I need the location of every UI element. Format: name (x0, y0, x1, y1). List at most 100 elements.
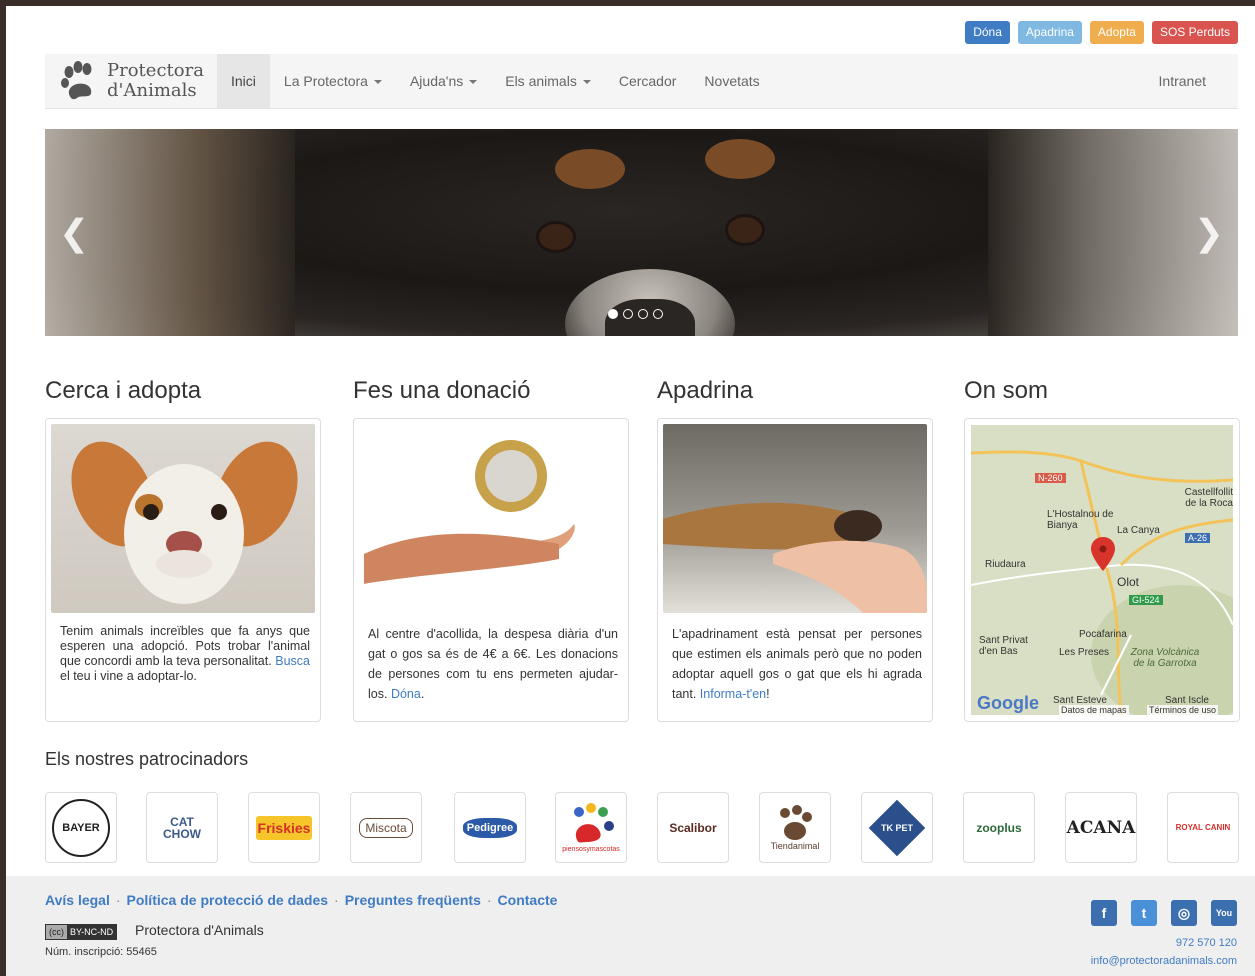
facebook-icon[interactable]: f (1091, 900, 1117, 926)
sponsor-friskies[interactable]: Friskies (248, 792, 320, 863)
nav-item-intranet[interactable]: Intranet (1159, 54, 1206, 108)
top-actions: Dóna Apadrina Adopta SOS Perduts (965, 21, 1238, 44)
sponsor-pedigree[interactable]: Pedigree (454, 792, 526, 863)
sponsor-label: zooplus (976, 820, 1022, 835)
sponsor-label: Friskies (255, 815, 313, 840)
location-map[interactable]: N-260 Castellfollit de la Roca L'Hostaln… (971, 425, 1233, 715)
sponsor-tk-pet[interactable]: TK PET (861, 792, 933, 863)
footer-link-legal[interactable]: Avís legal (45, 892, 110, 908)
sponsor-label: BAYER (52, 798, 110, 857)
nav-item-cercador[interactable]: Cercador (605, 54, 691, 108)
adopt-search-link[interactable]: Busca (275, 654, 310, 668)
map-label-sant-privat: Sant Privat d'en Bas (979, 635, 1028, 657)
carousel-indicator-3[interactable] (638, 309, 648, 319)
nav-label: Novetats (704, 73, 760, 89)
sponsor-acana[interactable]: ACANA (1065, 792, 1137, 863)
brand-line-2: d'Animals (107, 80, 197, 101)
hero-carousel: ❮ ❯ (45, 129, 1238, 336)
carousel-next-icon[interactable]: ❯ (1194, 215, 1224, 251)
sponsor-label: ACANA (1066, 817, 1136, 838)
footer-link-contact[interactable]: Contacte (498, 892, 558, 908)
brand-line-1: Protectora (107, 60, 204, 81)
map-label-riudaura: Riudaura (985, 559, 1026, 570)
footer: Avís legal · Política de protecció de dade… (6, 876, 1255, 976)
footer-link-privacy[interactable]: Política de protecció de dades (127, 892, 329, 908)
sponsor-info-link[interactable]: Informa-t'en (700, 687, 766, 701)
sponsor-scalibor[interactable]: Scalibor (657, 792, 729, 863)
location-card: N-260 Castellfollit de la Roca L'Hostaln… (964, 418, 1240, 722)
carousel-indicator-2[interactable] (623, 309, 633, 319)
nav-item-ajudans[interactable]: Ajuda'ns (396, 54, 491, 108)
donate-button[interactable]: Dóna (965, 21, 1010, 44)
map-label-pocafarina: Pocafarina (1079, 629, 1127, 640)
twitter-icon[interactable]: t (1131, 900, 1157, 926)
dog-eye-right (728, 217, 762, 243)
google-logo: Google (977, 693, 1039, 713)
nav-label: Els animals (505, 73, 577, 89)
carousel-indicator-1[interactable] (608, 309, 618, 319)
sponsor-miscota[interactable]: Miscota (350, 792, 422, 863)
paw-logo-icon (61, 61, 92, 100)
caret-down-icon (582, 80, 591, 85)
adopt-button[interactable]: Adopta (1089, 21, 1144, 44)
caret-down-icon (373, 80, 382, 85)
nav-item-la-protectora[interactable]: La Protectora (270, 54, 396, 108)
donate-card-text: Al centre d'acollida, la despesa diària … (368, 624, 618, 704)
adopt-dog-image (51, 424, 315, 613)
dog-eye-left (539, 224, 573, 250)
nav-label: Inici (231, 73, 256, 89)
sponsor-label: Miscota (359, 817, 413, 838)
sponsor-label: Pedigree (462, 817, 518, 838)
donate-section-title: Fes una donació (353, 377, 531, 404)
brand-logo[interactable]: Protectora d'Animals (59, 60, 204, 102)
donate-link[interactable]: Dóna (391, 687, 421, 701)
footer-separator: · (115, 892, 121, 908)
footer-registration: Núm. inscripció: 55465 (45, 946, 157, 958)
instagram-icon[interactable]: ◎ (1171, 900, 1197, 926)
sponsor-bayer[interactable]: BAYER (45, 792, 117, 863)
social-links: f t ◎ You (1091, 900, 1237, 926)
map-label-hostalnou: L'Hostalnou de Bianya (1047, 509, 1114, 531)
sponsor-label: ROYAL CANIN (1175, 823, 1231, 832)
paw-color-icon (574, 803, 614, 843)
footer-email[interactable]: info@protectoradanimals.com (1091, 952, 1237, 970)
nav-label: La Protectora (283, 73, 368, 89)
adopt-section-title: Cerca i adopta (45, 377, 202, 404)
sponsor-zooplus[interactable]: zooplus (963, 792, 1035, 863)
sponsor-cat-chow[interactable]: CAT CHOW (146, 792, 218, 863)
carousel-prev-icon[interactable]: ❮ (59, 215, 89, 251)
sponsor-paw-image (663, 424, 927, 613)
nav-menu: Inici La Protectora Ajuda'ns Els animals… (217, 54, 774, 108)
youtube-icon[interactable]: You (1211, 900, 1237, 926)
adopt-text-after: el teu i vine a adoptar-lo. (60, 669, 197, 683)
sponsors-row: BAYER CAT CHOW Friskies Miscota Pedigree… (45, 792, 1245, 864)
dog-brow-right (705, 139, 775, 179)
sos-lost-button[interactable]: SOS Perduts (1151, 21, 1238, 44)
map-terms[interactable]: Términos de uso (1147, 705, 1219, 715)
nav-item-els-animals[interactable]: Els animals (491, 54, 605, 108)
nav-item-novetats[interactable]: Novetats (690, 54, 773, 108)
sponsor-label: piensosymascotas (562, 846, 620, 853)
nav-label: Ajuda'ns (409, 73, 464, 89)
footer-link-faq[interactable]: Preguntes freqüents (345, 892, 481, 908)
footer-phone[interactable]: 972 570 120 (1091, 934, 1237, 952)
sponsor-section-title: Apadrina (657, 377, 754, 404)
sponsor-tiendanimal[interactable]: Tiendanimal (759, 792, 831, 863)
sponsor-label: Tiendanimal (770, 840, 820, 851)
map-label-gi524: GI-524 (1129, 595, 1163, 605)
map-label-zona-volcanica: Zona Volcànica de la Garrotxa (1130, 647, 1200, 669)
adopt-card-text: Tenim animals increïbles que fa anys que… (60, 624, 310, 684)
cc-license-badge[interactable]: (cc) BY-NC-ND (45, 924, 118, 940)
cc-license-label: BY-NC-ND (67, 925, 117, 939)
donate-card: Al centre d'acollida, la despesa diària … (353, 418, 629, 722)
adopt-text: Tenim animals increïbles que fa anys que… (60, 624, 310, 668)
sponsor-royal-canin[interactable]: ROYAL CANIN (1167, 792, 1239, 863)
sponsor-label: Scalibor (669, 820, 717, 835)
sponsor-piensosymascotas[interactable]: piensosymascotas (555, 792, 627, 863)
sponsor-button[interactable]: Apadrina (1017, 21, 1082, 44)
carousel-indicator-4[interactable] (653, 309, 663, 319)
nav-item-inici[interactable]: Inici (217, 54, 270, 108)
window-frame-top (0, 0, 1255, 6)
map-attribution[interactable]: Datos de mapas (1059, 705, 1129, 715)
donate-text-after: . (420, 687, 425, 701)
